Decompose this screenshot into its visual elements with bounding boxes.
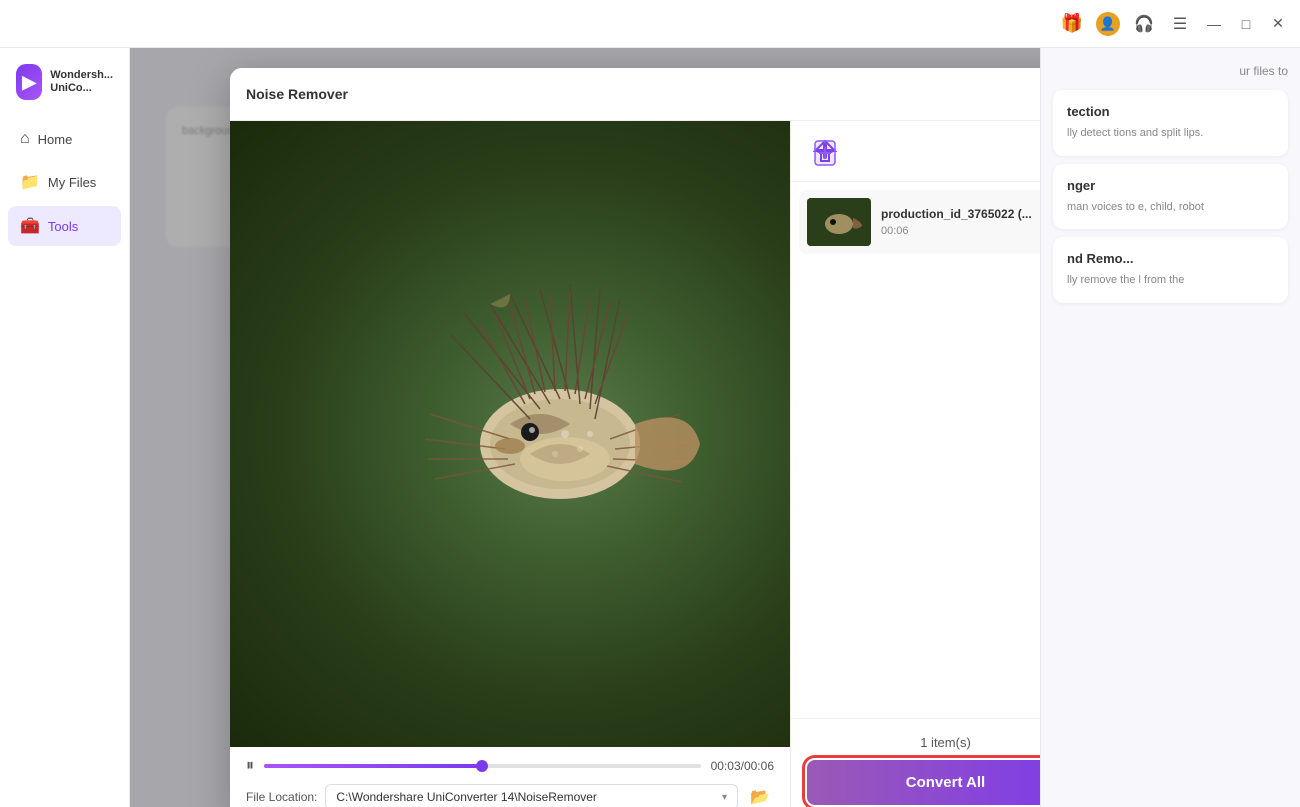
thumb-fish-icon xyxy=(807,198,871,246)
modal-overlay: Noise Remover ✕ xyxy=(130,48,1040,807)
progress-thumb[interactable] xyxy=(476,760,488,772)
progress-row: ⏸ 00:03/00:06 xyxy=(246,757,774,775)
logo-text-line1: Wondersh... xyxy=(50,69,113,82)
headset-icon[interactable]: 🎧 xyxy=(1132,12,1156,36)
file-location-text: C:\Wondershare UniConverter 14\NoiseRemo… xyxy=(336,790,597,804)
file-thumb-image xyxy=(807,198,871,246)
time-display: 00:03/00:06 xyxy=(711,759,774,773)
app-container: ▶ Wondersh... UniCo... ⌂ Home 📁 My Files… xyxy=(0,48,1300,807)
file-location-input[interactable]: C:\Wondershare UniConverter 14\NoiseRemo… xyxy=(325,784,738,807)
modal-body: ⏸ 00:03/00:06 File Location: C: xyxy=(230,121,1040,807)
file-info: production_id_3765022 (... 00:06 xyxy=(881,207,1040,237)
main-content: ur files to background with AI. videos f… xyxy=(130,48,1040,807)
sidebar-item-myfiles-label: My Files xyxy=(48,175,96,190)
logo-text-line2: UniCo... xyxy=(50,82,113,95)
progress-fill xyxy=(264,764,482,768)
sidebar-logo: ▶ Wondersh... UniCo... xyxy=(0,64,129,120)
right-tool-title-3: nd Remo... xyxy=(1067,251,1274,266)
file-panel: production_id_3765022 (... 00:06 1 item(… xyxy=(790,121,1040,807)
menu-icon[interactable]: ☰ xyxy=(1168,12,1192,36)
right-tool-card-2: nger man voices to e, child, robot xyxy=(1053,164,1288,230)
file-location-label: File Location: xyxy=(246,790,317,804)
modal-header: Noise Remover ✕ xyxy=(230,68,1040,121)
tools-icon: 🧰 xyxy=(20,216,40,236)
right-panel-header-text: ur files to xyxy=(1053,64,1288,82)
convert-all-button[interactable]: Convert All xyxy=(807,760,1040,805)
video-controls: ⏸ 00:03/00:06 File Location: C: xyxy=(230,747,790,807)
file-thumbnail xyxy=(807,198,871,246)
right-tool-desc-3: lly remove the l from the xyxy=(1067,272,1274,289)
right-tool-card-1: tection lly detect tions and split lips. xyxy=(1053,90,1288,156)
folder-browse-button[interactable]: 📂 xyxy=(746,783,774,807)
noise-remover-modal: Noise Remover ✕ xyxy=(230,68,1040,807)
titlebar: 🎁 👤 🎧 ☰ — □ ✕ xyxy=(0,0,1300,48)
right-tool-title-1: tection xyxy=(1067,104,1274,119)
maximize-button[interactable]: □ xyxy=(1236,14,1256,34)
myfiles-icon: 📁 xyxy=(20,172,40,192)
gift-icon[interactable]: 🎁 xyxy=(1060,12,1084,36)
right-tool-card-3: nd Remo... lly remove the l from the xyxy=(1053,237,1288,303)
modal-title: Noise Remover xyxy=(246,86,348,102)
add-files-icon xyxy=(807,133,843,169)
video-preview xyxy=(230,121,790,747)
file-panel-toolbar xyxy=(791,121,1040,182)
home-icon: ⌂ xyxy=(20,130,30,148)
sidebar-item-tools-label: Tools xyxy=(48,219,78,234)
app-logo-text: Wondersh... UniCo... xyxy=(50,69,113,95)
fish-svg xyxy=(310,184,790,684)
app-logo-icon: ▶ xyxy=(16,64,42,100)
video-frame xyxy=(230,121,790,747)
sidebar-item-tools[interactable]: 🧰 Tools xyxy=(8,206,121,246)
titlebar-action-icons: 🎁 👤 🎧 ☰ — □ ✕ xyxy=(1060,12,1288,36)
file-list-item[interactable]: production_id_3765022 (... 00:06 xyxy=(799,190,1040,254)
minimize-button[interactable]: — xyxy=(1204,14,1224,34)
file-name: production_id_3765022 (... xyxy=(881,207,1040,221)
right-panel: ur files to tection lly detect tions and… xyxy=(1040,48,1300,807)
right-tool-desc-2: man voices to e, child, robot xyxy=(1067,199,1274,216)
sidebar-item-myfiles[interactable]: 📁 My Files xyxy=(8,162,121,202)
video-section: ⏸ 00:03/00:06 File Location: C: xyxy=(230,121,790,807)
user-icon[interactable]: 👤 xyxy=(1096,12,1120,36)
play-pause-button[interactable]: ⏸ xyxy=(246,757,254,775)
right-tool-desc-1: lly detect tions and split lips. xyxy=(1067,125,1274,142)
sidebar: ▶ Wondersh... UniCo... ⌂ Home 📁 My Files… xyxy=(0,48,130,807)
items-count: 1 item(s) xyxy=(807,735,1040,750)
sidebar-item-home[interactable]: ⌂ Home xyxy=(8,120,121,158)
dropdown-arrow-icon: ▾ xyxy=(722,792,727,803)
file-location-row: File Location: C:\Wondershare UniConvert… xyxy=(246,783,774,807)
video-background xyxy=(230,121,790,747)
file-panel-footer: 1 item(s) Convert All xyxy=(791,718,1040,807)
close-button[interactable]: ✕ xyxy=(1268,14,1288,34)
right-tool-title-2: nger xyxy=(1067,178,1274,193)
sidebar-nav: ⌂ Home 📁 My Files 🧰 Tools xyxy=(0,120,129,246)
file-list: production_id_3765022 (... 00:06 xyxy=(791,182,1040,718)
file-duration: 00:06 xyxy=(881,225,1040,237)
progress-bar[interactable] xyxy=(264,764,701,768)
add-files-button[interactable] xyxy=(807,133,843,169)
sidebar-item-home-label: Home xyxy=(38,132,73,147)
